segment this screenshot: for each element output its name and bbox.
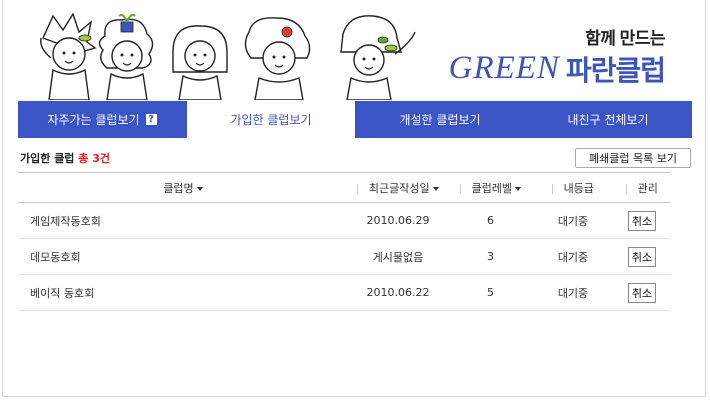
- tab-all-friends[interactable]: 내친구 전체보기: [524, 101, 692, 138]
- recent-post-date: 2010.06.22: [366, 286, 430, 299]
- col-label: 최근글작성일: [368, 181, 430, 195]
- tab-label: 자주가는 클럽보기: [47, 113, 140, 127]
- recent-post-date: 2010.06.29: [366, 214, 430, 227]
- count-label: 가입한 클럽: [20, 152, 75, 165]
- count-value: 총 3건: [78, 152, 111, 165]
- cancel-button[interactable]: 취소: [627, 210, 657, 231]
- tab-label: 가입한 클럽보기: [230, 113, 312, 127]
- cancel-button[interactable]: 취소: [627, 282, 657, 303]
- table-header-row: 클럽명 최근글작성일 클럽레벨 내등급 관리: [18, 172, 671, 203]
- brand-logo: GREEN 파란클럽: [448, 50, 666, 87]
- col-manage: 관리: [613, 173, 671, 203]
- club-tabs: 자주가는 클럽보기 ? 가입한 클럽보기 개설한 클럽보기 내친구 전체보기: [18, 101, 692, 138]
- divider: [552, 183, 554, 194]
- sort-down-icon: [432, 186, 439, 191]
- tab-favorite-clubs[interactable]: 자주가는 클럽보기 ?: [18, 101, 186, 138]
- manage-cell: 취소: [613, 203, 671, 239]
- recent-post-date: 게시물없음: [372, 250, 424, 264]
- club-name[interactable]: 데모동호회: [18, 239, 348, 275]
- banner-slogan: 함께 만드는: [585, 29, 665, 48]
- joined-count: 가입한 클럽 총 3건: [20, 150, 110, 166]
- manage-cell: 취소: [613, 239, 671, 275]
- my-grade: 대기중: [557, 286, 589, 300]
- closed-clubs-button[interactable]: 폐쇄클럽 목록 보기: [575, 148, 691, 168]
- my-grade: 대기중: [557, 250, 589, 264]
- club-name[interactable]: 게임제작동호회: [18, 203, 348, 239]
- sort-down-icon: [196, 186, 203, 191]
- col-recent-post[interactable]: 최근글작성일: [348, 173, 448, 203]
- club-name[interactable]: 베이직 동호회: [18, 275, 348, 311]
- cancel-button[interactable]: 취소: [627, 246, 657, 267]
- brand-green-text: GREEN: [448, 50, 560, 86]
- brand-korean-text: 파란클럽: [565, 54, 666, 87]
- banner: 함께 만드는 GREEN 파란클럽: [3, 0, 707, 100]
- tab-created-clubs[interactable]: 개설한 클럽보기: [356, 101, 524, 138]
- manage-cell: 취소: [613, 275, 671, 311]
- col-label: 클럽레벨: [471, 181, 512, 195]
- divider: [626, 183, 628, 194]
- table-row: 베이직 동호회 2010.06.22 5 대기중 취소: [18, 275, 671, 311]
- sort-down-icon: [514, 186, 521, 191]
- club-level: 6: [487, 214, 494, 227]
- tab-label: 개설한 클럽보기: [399, 113, 481, 127]
- help-icon[interactable]: ?: [145, 114, 157, 125]
- table-row: 게임제작동호회 2010.06.29 6 대기중 취소: [18, 203, 671, 239]
- col-club-level[interactable]: 클럽레벨: [448, 173, 533, 203]
- table-row: 데모동호회 게시물없음 3 대기중 취소: [18, 239, 671, 275]
- col-label: 관리: [637, 181, 658, 195]
- club-panel: 함께 만드는 GREEN 파란클럽 자주가는 클럽보기 ? 가입한 클럽보기 개…: [2, 0, 706, 397]
- tab-joined-clubs[interactable]: 가입한 클럽보기: [186, 101, 356, 138]
- joined-clubs-table: 클럽명 최근글작성일 클럽레벨 내등급 관리 게임제작동호회 2010.06.2…: [18, 172, 671, 311]
- tab-label: 내친구 전체보기: [567, 113, 649, 127]
- my-grade: 대기중: [557, 214, 589, 228]
- divider: [460, 183, 461, 194]
- col-my-grade: 내등급: [533, 173, 613, 203]
- divider: [357, 183, 359, 194]
- club-level: 3: [487, 250, 494, 263]
- col-label: 내등급: [563, 181, 594, 195]
- people-illustration: [40, 12, 416, 100]
- club-level: 5: [487, 286, 494, 299]
- col-club-name[interactable]: 클럽명: [18, 173, 348, 203]
- col-label: 클럽명: [163, 181, 194, 195]
